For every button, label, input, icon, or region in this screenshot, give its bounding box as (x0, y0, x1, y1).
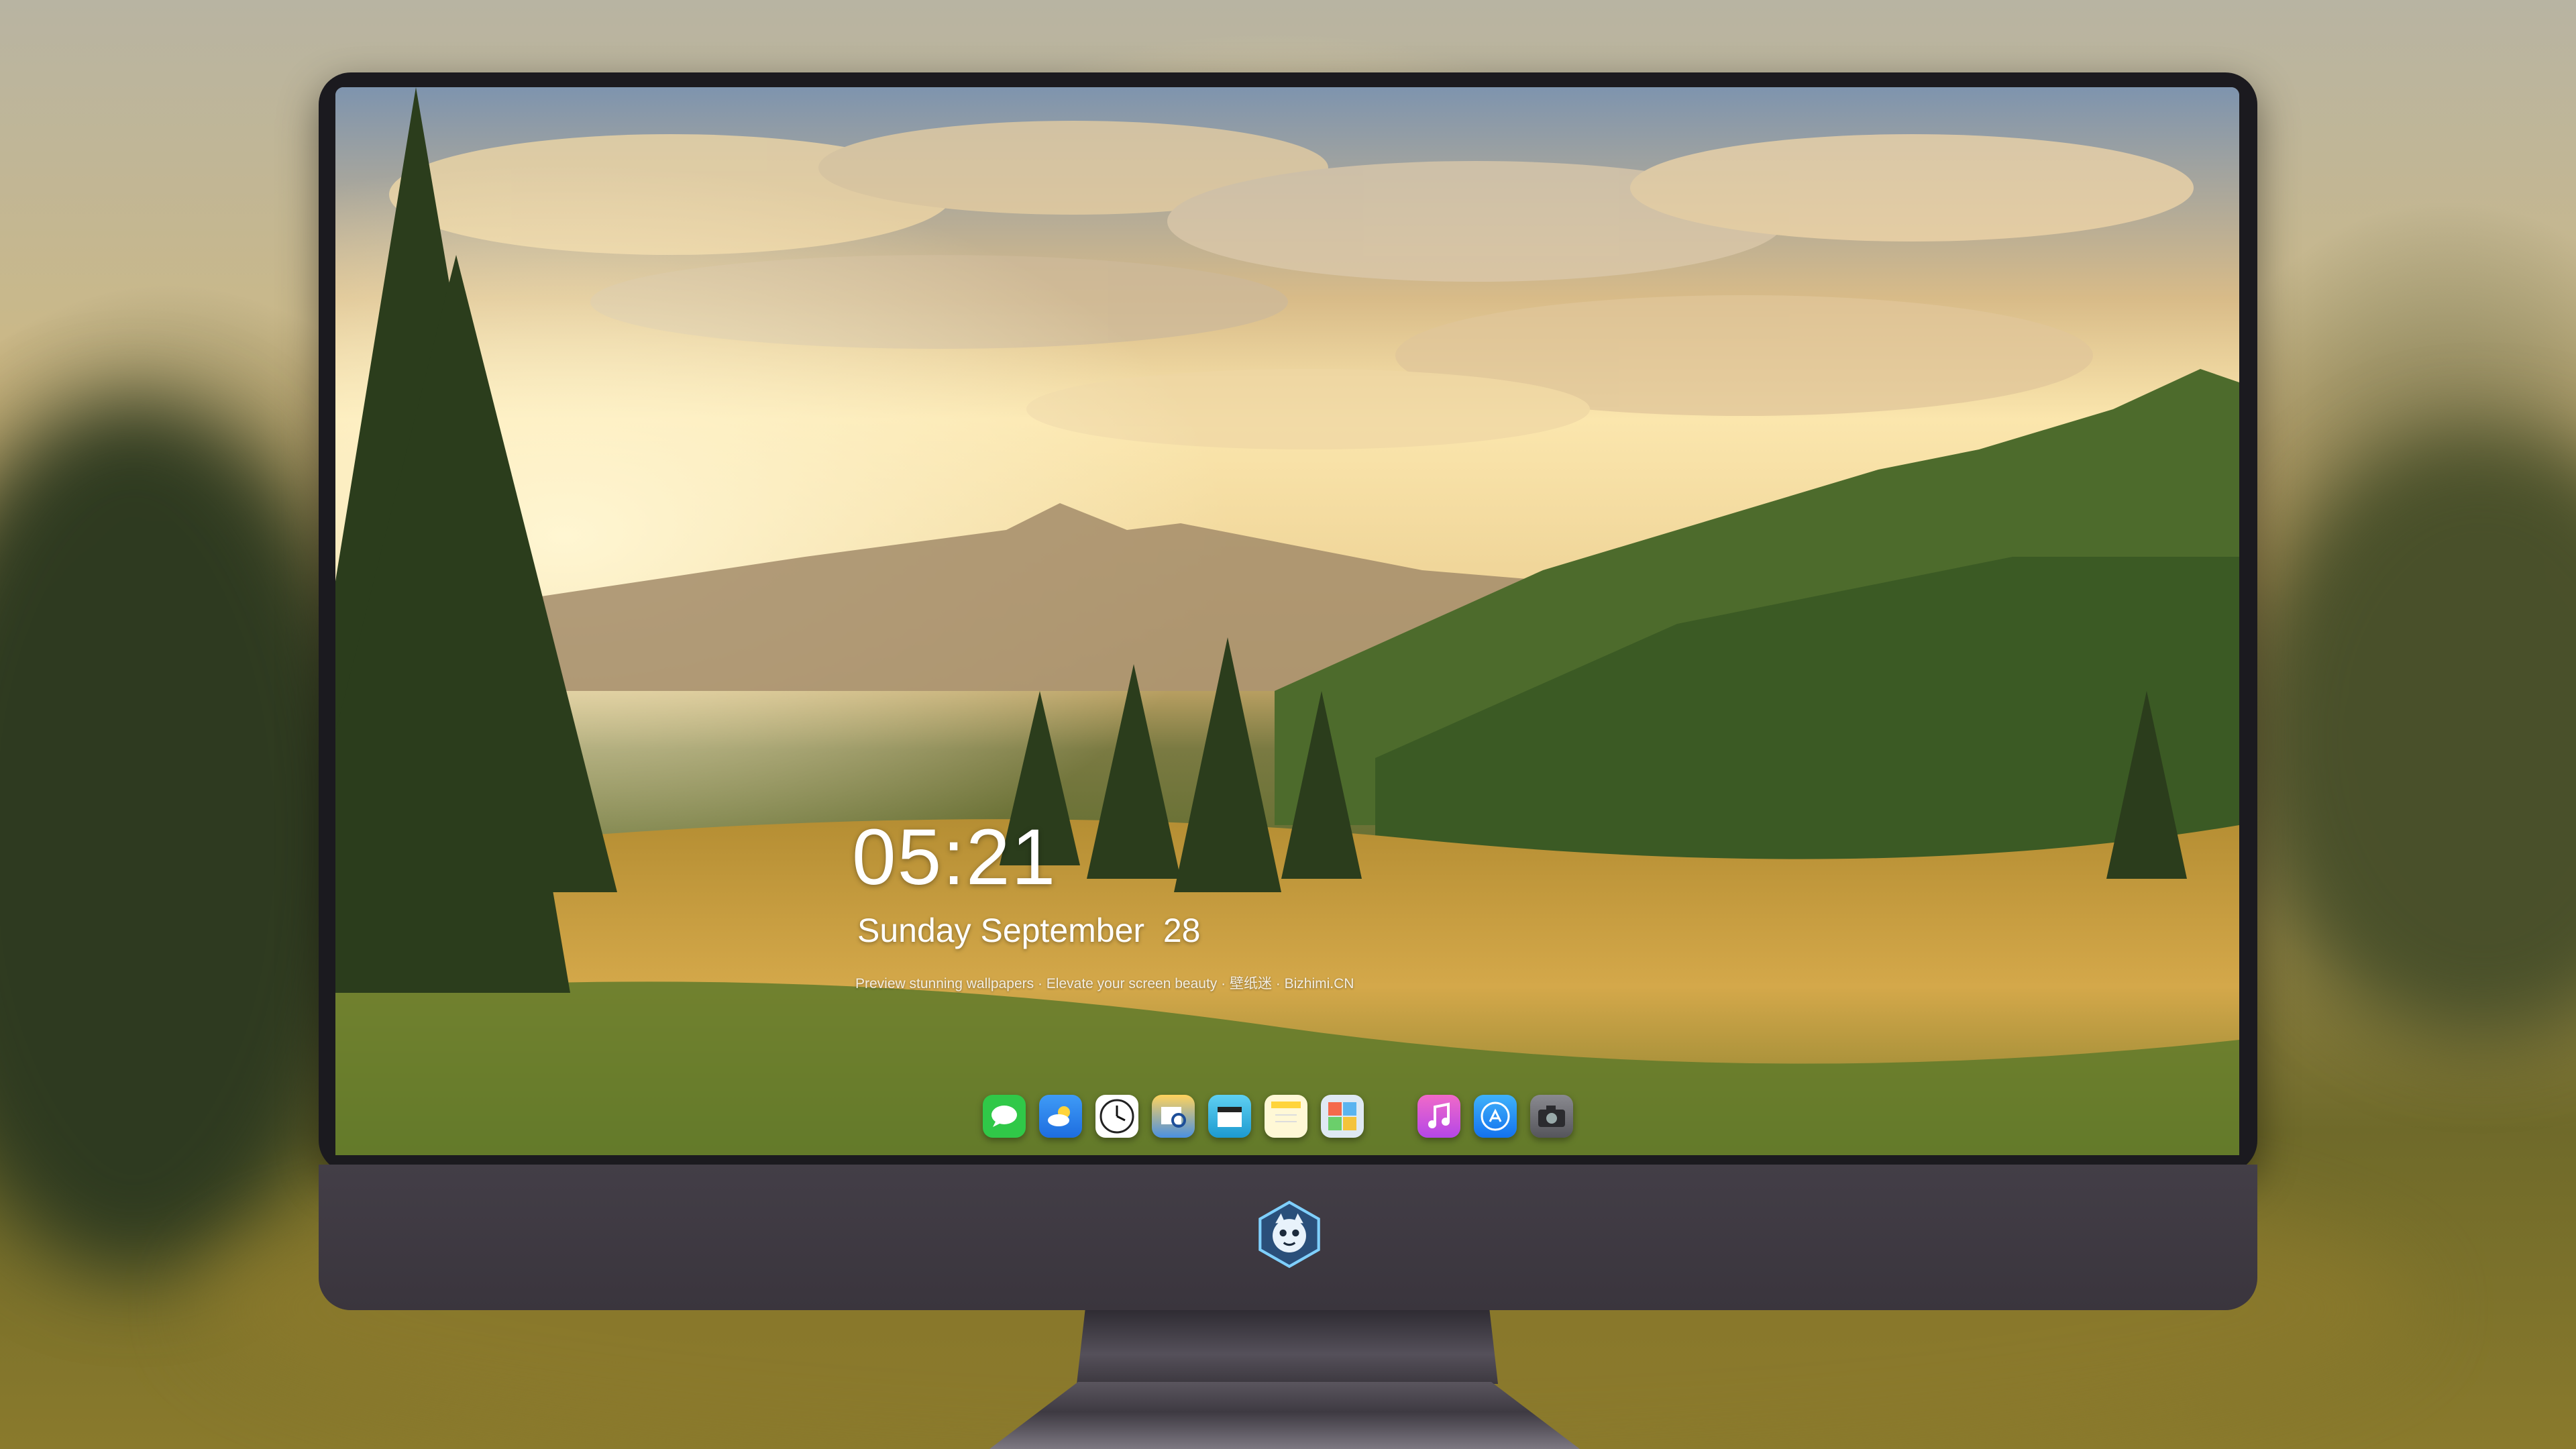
mascot-logo-icon (1258, 1200, 1320, 1269)
notes-icon[interactable] (1265, 1095, 1307, 1138)
wallpaper-landscape (335, 87, 2239, 1155)
monitor-stand-neck (1077, 1310, 1498, 1384)
background-hill-blur (2247, 436, 2576, 1040)
video-clapper-icon[interactable] (1208, 1095, 1251, 1138)
desktop-background: 05:21 Sunday September 28 Preview stunni… (0, 0, 2576, 1449)
weather-icon[interactable] (1039, 1095, 1082, 1138)
background-tree-blur (0, 402, 369, 1275)
app-store-icon[interactable] (1474, 1095, 1517, 1138)
music-icon[interactable] (1417, 1095, 1460, 1138)
lock-screen: 05:21 Sunday September 28 Preview stunni… (335, 87, 2239, 1155)
messages-icon[interactable] (983, 1095, 1026, 1138)
lock-screen-tagline: Preview stunning wallpapers · Elevate yo… (855, 976, 1354, 991)
clock-icon[interactable] (1095, 1095, 1138, 1138)
preview-icon[interactable] (1152, 1095, 1195, 1138)
lock-screen-date: Sunday September 28 (857, 912, 1201, 949)
camera-icon[interactable] (1530, 1095, 1573, 1138)
photo-booth-icon[interactable] (1321, 1095, 1364, 1138)
lock-screen-time: 05:21 (852, 813, 1057, 902)
dock (983, 1087, 1587, 1146)
monitor-stand-base (989, 1382, 1580, 1449)
